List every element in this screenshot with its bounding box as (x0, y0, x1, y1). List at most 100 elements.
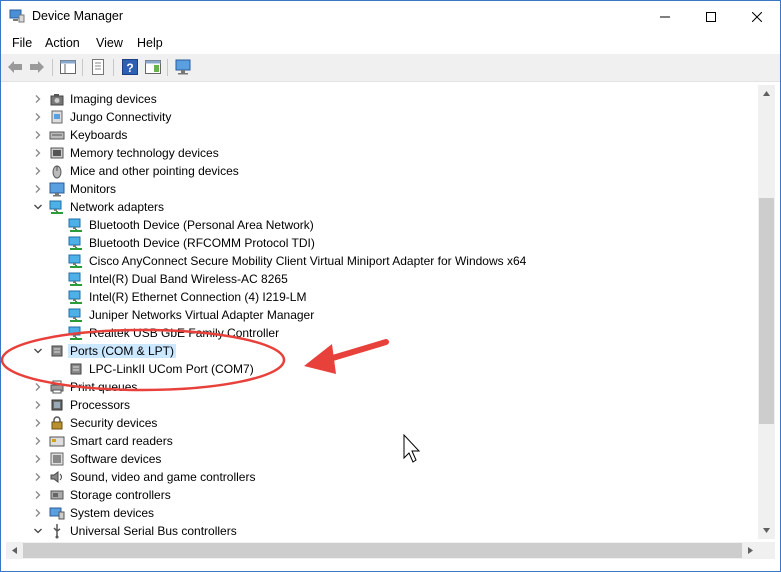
chevron-right-icon[interactable] (33, 454, 43, 464)
help-button[interactable]: ? (120, 58, 140, 76)
tree-node-label: LPC-LinkII UCom Port (COM7) (89, 362, 254, 376)
tree-node-label: Imaging devices (70, 92, 157, 106)
tree-node[interactable]: Print queues (6, 378, 759, 396)
scroll-up-button[interactable] (758, 85, 775, 102)
toolbar-separator (113, 59, 114, 76)
chevron-right-icon[interactable] (33, 130, 43, 140)
tree-node[interactable]: Realtek USB GbE Family Controller (6, 324, 759, 342)
tree-node[interactable]: Intel(R) Ethernet Connection (4) I219-LM (6, 288, 759, 306)
window-title: Device Manager (32, 9, 124, 23)
tree-node[interactable]: Security devices (6, 414, 759, 432)
scan-hardware-button[interactable] (174, 58, 194, 76)
scroll-left-button[interactable] (6, 542, 23, 559)
horizontal-scroll-thumb[interactable] (23, 543, 742, 558)
tree-node-label: Bluetooth Device (RFCOMM Protocol TDI) (89, 236, 315, 250)
network-icon (68, 326, 82, 340)
tree-node-label: Storage controllers (70, 488, 171, 502)
security-icon (51, 416, 63, 430)
memory-icon (50, 147, 64, 159)
tree-node[interactable]: Mice and other pointing devices (6, 162, 759, 180)
tree-node[interactable]: Network adapters (6, 198, 759, 216)
title-bar[interactable]: Device Manager (1, 1, 780, 32)
tree-node[interactable]: Imaging devices (6, 90, 759, 108)
scroll-down-button[interactable] (758, 522, 775, 539)
tree-node[interactable]: Cisco AnyConnect Secure Mobility Client … (6, 252, 759, 270)
chevron-down-icon[interactable] (33, 346, 43, 356)
back-arrow-icon (8, 61, 22, 73)
chevron-right-icon[interactable] (33, 436, 43, 446)
menu-help[interactable]: Help (137, 36, 163, 50)
maximize-button[interactable] (688, 1, 734, 32)
tree-node[interactable]: Jungo Connectivity (6, 108, 759, 126)
imaging-icon (50, 94, 64, 106)
tree-node[interactable]: Processors (6, 396, 759, 414)
chevron-right-icon[interactable] (33, 166, 43, 176)
forward-arrow-icon (30, 61, 44, 73)
tree-node[interactable]: Juniper Networks Virtual Adapter Manager (6, 306, 759, 324)
close-icon (752, 11, 762, 22)
tree-node[interactable]: Memory technology devices (6, 144, 759, 162)
tree-node-label: Monitors (70, 182, 117, 196)
system-icon (49, 507, 65, 520)
properties-button[interactable] (88, 58, 108, 76)
tree-node[interactable]: Keyboards (6, 126, 759, 144)
vertical-scrollbar[interactable] (758, 85, 775, 539)
chevron-right-icon[interactable] (33, 94, 43, 104)
scroll-right-icon (748, 547, 753, 554)
tree-node-label: Keyboards (70, 128, 128, 142)
chevron-right-icon[interactable] (33, 490, 43, 500)
tree-node[interactable]: Storage controllers (6, 486, 759, 504)
tree-node[interactable]: LPC-LinkII UCom Port (COM7) (6, 360, 759, 378)
chevron-right-icon[interactable] (33, 112, 43, 122)
network-icon (49, 200, 63, 214)
show-hide-console-tree-button[interactable] (58, 58, 78, 76)
chevron-down-icon[interactable] (33, 526, 43, 536)
action-pane-button[interactable] (143, 58, 163, 76)
port-icon (51, 345, 63, 357)
tree-node[interactable]: Bluetooth Device (RFCOMM Protocol TDI) (6, 234, 759, 252)
tree-node[interactable]: Sound, video and game controllers (6, 468, 759, 486)
tree-node[interactable]: System devices (6, 504, 759, 522)
usb-device-icon (51, 110, 63, 124)
tree-node-label: Bluetooth Device (Personal Area Network) (89, 218, 314, 232)
chevron-right-icon[interactable] (33, 418, 43, 428)
action-pane-icon (145, 60, 161, 74)
tree-node[interactable]: Ports (COM & LPT) (6, 342, 759, 360)
toolbar-separator (82, 59, 83, 76)
chevron-right-icon[interactable] (33, 400, 43, 410)
printer-icon (50, 380, 64, 394)
chevron-right-icon[interactable] (33, 508, 43, 518)
horizontal-scrollbar[interactable] (6, 542, 759, 559)
chevron-right-icon[interactable] (33, 184, 43, 194)
chevron-right-icon[interactable] (33, 148, 43, 158)
chevron-right-icon[interactable] (33, 382, 43, 392)
tree-node[interactable]: Monitors (6, 180, 759, 198)
tree-node-label: Ports (COM & LPT) (68, 344, 177, 358)
tree-node[interactable]: Software devices (6, 450, 759, 468)
menu-action[interactable]: Action (45, 36, 80, 50)
tree-node-label: Processors (70, 398, 131, 412)
scan-hardware-icon (175, 59, 191, 75)
menu-view[interactable]: View (96, 36, 123, 50)
device-tree[interactable]: Imaging devices Jungo Connectivity Keyboar… (6, 85, 759, 539)
forward-button[interactable] (27, 58, 47, 76)
close-button[interactable] (734, 1, 780, 32)
network-icon (68, 236, 82, 250)
tree-node-label: Intel(R) Ethernet Connection (4) I219-LM (89, 290, 307, 304)
chevron-down-icon[interactable] (33, 202, 43, 212)
minimize-button[interactable] (642, 1, 688, 32)
tree-node[interactable]: Smart card readers (6, 432, 759, 450)
tree-node-label: Universal Serial Bus controllers (70, 524, 237, 538)
back-button[interactable] (5, 58, 25, 76)
scroll-right-button[interactable] (742, 542, 759, 559)
properties-icon (92, 59, 104, 75)
menu-file[interactable]: File (12, 36, 32, 50)
tree-node[interactable]: Universal Serial Bus controllers (6, 522, 759, 539)
chevron-right-icon[interactable] (33, 472, 43, 482)
tree-node-label: Mice and other pointing devices (70, 164, 239, 178)
tree-node[interactable]: Bluetooth Device (Personal Area Network) (6, 216, 759, 234)
vertical-scroll-thumb[interactable] (759, 198, 774, 424)
keyboard-icon (49, 131, 65, 140)
tree-node[interactable]: Intel(R) Dual Band Wireless-AC 8265 (6, 270, 759, 288)
tree-node-label: Network adapters (70, 200, 165, 214)
